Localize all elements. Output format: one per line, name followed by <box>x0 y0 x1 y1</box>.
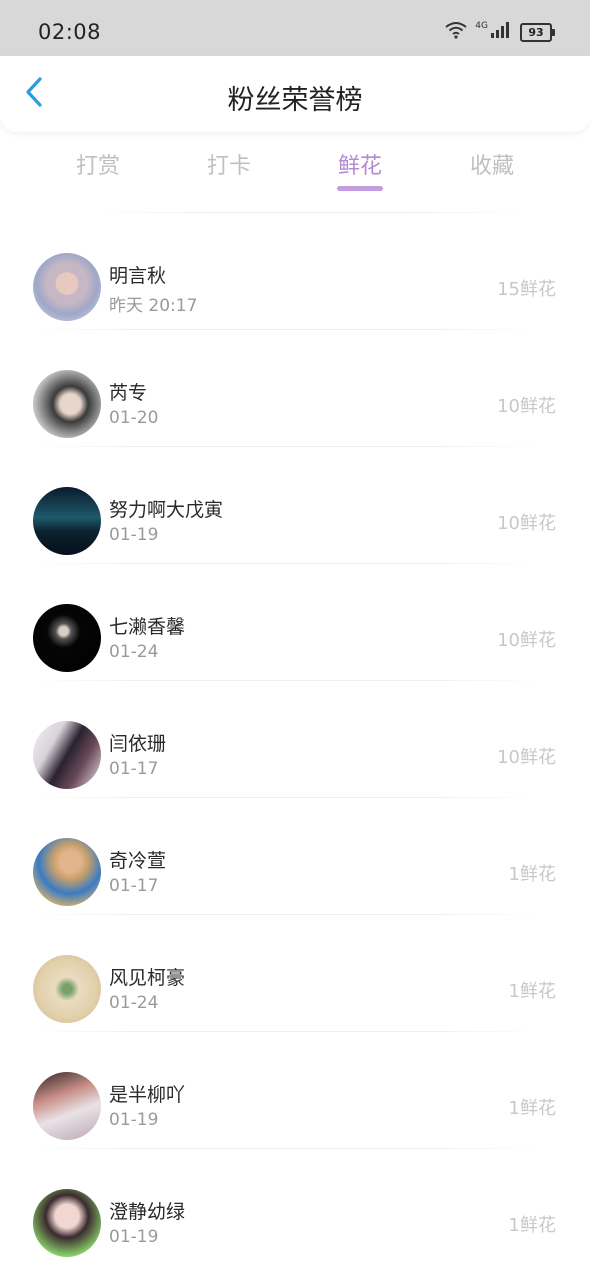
network-type-label: 4G <box>475 21 488 31</box>
list-item[interactable]: 七濑香馨 01-24 10鲜花 <box>0 564 590 681</box>
fan-name: 奇冷萱 <box>109 850 167 872</box>
flower-count: 1鲜花 <box>508 1098 556 1119</box>
fan-time: 昨天 20:17 <box>109 296 198 316</box>
tab-favorites[interactable]: 收藏 <box>470 148 514 180</box>
fan-name: 澄静幼绿 <box>109 1201 186 1223</box>
status-bar: 02:08 4G 93 <box>0 0 590 62</box>
flower-count: 10鲜花 <box>497 630 556 651</box>
flower-count: 1鲜花 <box>508 1215 556 1236</box>
fan-time: 01-19 <box>109 1227 159 1247</box>
avatar <box>33 955 101 1023</box>
tab-reward[interactable]: 打赏 <box>76 148 120 180</box>
fan-name: 明言秋 <box>109 265 167 287</box>
avatar <box>33 253 101 321</box>
list-item[interactable]: 闫依珊 01-17 10鲜花 <box>0 681 590 798</box>
flower-count: 15鲜花 <box>497 279 556 300</box>
fan-name: 闫依珊 <box>109 733 167 755</box>
status-icons: 4G 93 <box>445 20 555 44</box>
list-item[interactable]: 明言秋 昨天 20:17 15鲜花 <box>0 213 590 330</box>
flower-count: 10鲜花 <box>497 747 556 768</box>
tab-checkin[interactable]: 打卡 <box>207 148 251 180</box>
flower-count: 1鲜花 <box>508 864 556 885</box>
fan-name: 是半柳吖 <box>109 1084 186 1106</box>
avatar <box>33 1072 101 1140</box>
fan-list: 明言秋 昨天 20:17 15鲜花 芮专 01-20 10鲜花 努力啊大戊寅 0… <box>0 212 590 1266</box>
flower-count: 1鲜花 <box>508 981 556 1002</box>
battery-icon: 93 <box>520 22 555 42</box>
list-item[interactable]: 风见柯豪 01-24 1鲜花 <box>0 915 590 1032</box>
signal-icon <box>490 21 512 43</box>
avatar <box>33 487 101 555</box>
fan-name: 芮专 <box>109 382 148 404</box>
fan-time: 01-20 <box>109 408 159 428</box>
fan-name: 努力啊大戊寅 <box>109 499 224 521</box>
fan-time: 01-17 <box>109 759 159 779</box>
tab-bar: 打赏 打卡 鲜花 收藏 <box>0 138 590 194</box>
fan-time: 01-24 <box>109 993 159 1013</box>
list-item[interactable]: 澄静幼绿 01-19 1鲜花 <box>0 1149 590 1266</box>
avatar <box>33 1189 101 1257</box>
fan-time: 01-19 <box>109 1110 159 1130</box>
list-item[interactable]: 奇冷萱 01-17 1鲜花 <box>0 798 590 915</box>
avatar <box>33 721 101 789</box>
page-title: 粉丝荣誉榜 <box>227 85 363 116</box>
flower-count: 10鲜花 <box>497 513 556 534</box>
avatar <box>33 370 101 438</box>
avatar <box>33 838 101 906</box>
list-item[interactable]: 努力啊大戊寅 01-19 10鲜花 <box>0 447 590 564</box>
avatar <box>33 604 101 672</box>
fan-name: 风见柯豪 <box>109 967 186 989</box>
list-item[interactable]: 芮专 01-20 10鲜花 <box>0 330 590 447</box>
wifi-icon <box>445 21 467 43</box>
flower-count: 10鲜花 <box>497 396 556 417</box>
status-time: 02:08 <box>38 20 102 44</box>
fan-time: 01-17 <box>109 876 159 896</box>
fan-time: 01-24 <box>109 642 159 662</box>
list-item[interactable]: 是半柳吖 01-19 1鲜花 <box>0 1032 590 1149</box>
fan-time: 01-19 <box>109 525 159 545</box>
tab-flowers[interactable]: 鲜花 <box>338 148 382 180</box>
header-bar: 粉丝荣誉榜 <box>0 56 590 132</box>
active-tab-indicator <box>337 186 383 191</box>
fan-name: 七濑香馨 <box>109 616 186 638</box>
